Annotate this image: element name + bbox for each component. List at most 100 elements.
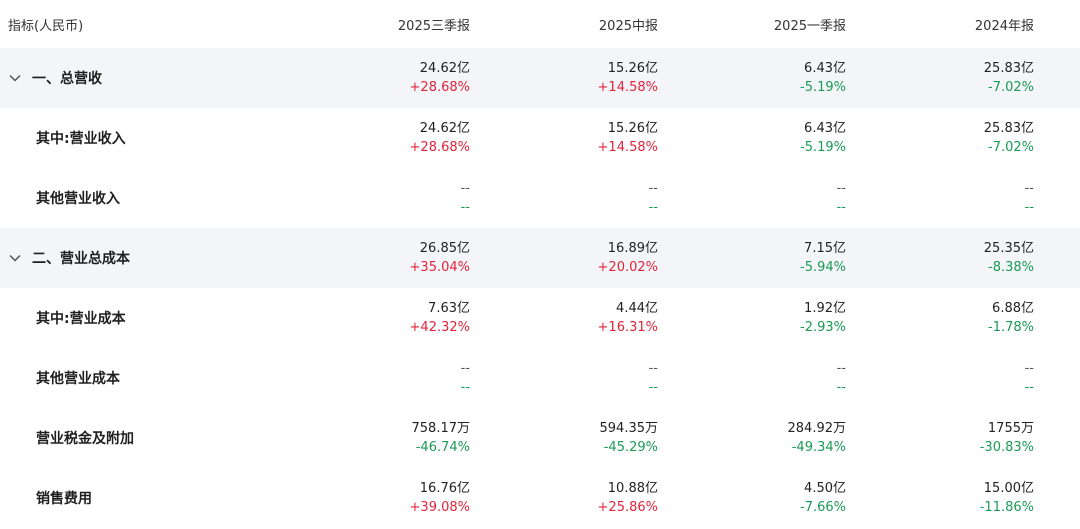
value-cell: -- --: [470, 359, 658, 397]
value-cell: 15.26亿 +14.58%: [470, 59, 658, 97]
row-label: 一、总营收: [0, 68, 300, 88]
value-amount: --: [1024, 361, 1034, 376]
value-change-pct: -1.78%: [988, 320, 1034, 335]
chevron-down-icon[interactable]: [9, 74, 23, 82]
value-amount: 4.44亿: [616, 301, 658, 316]
table-row: 其中:营业收入 24.62亿 +28.68% 15.26亿 +14.58% 6.43亿 -5…: [0, 108, 1080, 168]
value-cell: 25.83亿 -7.02%: [846, 59, 1034, 97]
value-change-pct: +20.02%: [597, 260, 658, 275]
value-amount: --: [460, 181, 470, 196]
value-change-pct: +25.86%: [597, 500, 658, 515]
period-header-1[interactable]: 2025三季报: [300, 15, 470, 34]
value-amount: 6.88亿: [992, 301, 1034, 316]
value-cell: 15.00亿 -11.86%: [846, 479, 1034, 517]
value-amount: --: [836, 181, 846, 196]
row-label-text: 其他营业成本: [36, 371, 120, 387]
value-change-pct: -7.02%: [988, 80, 1034, 95]
table-header: 指标(人民币) 2025三季报 2025中报 2025一季报 2024年报: [0, 0, 1080, 48]
value-amount: 16.89亿: [607, 241, 658, 256]
table-row: 其他营业收入 -- -- -- -- -- -- -- --: [0, 168, 1080, 228]
table-body: 一、总营收 24.62亿 +28.68% 15.26亿 +14.58% 6.43亿 -5.1…: [0, 48, 1080, 528]
value-cell: -- --: [658, 359, 846, 397]
value-change-pct: -11.86%: [979, 500, 1034, 515]
value-cell: 284.92万 -49.34%: [658, 419, 847, 457]
value-change-pct: -5.19%: [800, 80, 846, 95]
value-change-pct: -7.02%: [988, 140, 1034, 155]
value-change-pct: -5.19%: [800, 140, 846, 155]
row-label: 其中:营业收入: [0, 128, 300, 148]
value-change-pct: --: [1024, 200, 1034, 215]
value-cell: 25.35亿 -8.38%: [846, 239, 1034, 277]
period-header-4[interactable]: 2024年报: [846, 15, 1034, 34]
row-label-text: 营业税金及附加: [36, 431, 134, 447]
row-label: 其中:营业成本: [0, 308, 300, 328]
value-cell: 4.44亿 +16.31%: [470, 299, 658, 337]
value-amount: 594.35万: [599, 421, 659, 436]
value-change-pct: -5.94%: [800, 260, 846, 275]
row-label-text: 其中:营业成本: [36, 311, 126, 327]
row-label: 营业税金及附加: [0, 428, 300, 448]
value-change-pct: --: [460, 380, 470, 395]
value-cell: 6.43亿 -5.19%: [658, 59, 846, 97]
value-change-pct: +28.68%: [409, 140, 470, 155]
value-change-pct: --: [648, 200, 658, 215]
value-cell: 16.76亿 +39.08%: [300, 479, 470, 517]
value-cell: 758.17万 -46.74%: [300, 419, 471, 457]
value-amount: 4.50亿: [804, 481, 846, 496]
value-change-pct: --: [836, 200, 846, 215]
value-amount: 15.00亿: [983, 481, 1034, 496]
value-change-pct: --: [648, 380, 658, 395]
section-row[interactable]: 二、营业总成本 26.85亿 +35.04% 16.89亿 +20.02% 7.15亿 -5…: [0, 228, 1080, 288]
value-cell: 26.85亿 +35.04%: [300, 239, 470, 277]
row-label-text: 销售费用: [36, 491, 92, 507]
value-change-pct: -49.34%: [791, 440, 846, 455]
value-amount: 284.92万: [787, 421, 847, 436]
value-amount: 16.76亿: [419, 481, 470, 496]
period-header-2[interactable]: 2025中报: [470, 15, 658, 34]
value-change-pct: --: [1024, 380, 1034, 395]
value-cell: -- --: [846, 359, 1034, 397]
value-cell: -- --: [470, 179, 658, 217]
value-amount: 24.62亿: [419, 61, 470, 76]
value-amount: --: [836, 361, 846, 376]
value-change-pct: +42.32%: [409, 320, 470, 335]
value-change-pct: --: [836, 380, 846, 395]
value-amount: --: [460, 361, 470, 376]
value-amount: 25.83亿: [983, 61, 1034, 76]
indicator-header: 指标(人民币): [8, 18, 84, 34]
value-amount: 10.88亿: [607, 481, 658, 496]
value-cell: -- --: [846, 179, 1034, 217]
row-label-text: 一、总营收: [32, 71, 102, 87]
value-change-pct: +39.08%: [409, 500, 470, 515]
value-amount: 7.63亿: [428, 301, 470, 316]
table-row: 销售费用 16.76亿 +39.08% 10.88亿 +25.86% 4.50亿 -7.66…: [0, 468, 1080, 528]
value-cell: 594.35万 -45.29%: [470, 419, 659, 457]
period-header-3[interactable]: 2025一季报: [658, 15, 846, 34]
value-amount: --: [648, 181, 658, 196]
value-change-pct: -30.83%: [979, 440, 1034, 455]
value-cell: 7.63亿 +42.32%: [300, 299, 470, 337]
value-change-pct: +16.31%: [597, 320, 658, 335]
value-amount: 25.35亿: [983, 241, 1034, 256]
value-change-pct: -45.29%: [603, 440, 658, 455]
value-cell: 24.62亿 +28.68%: [300, 59, 470, 97]
row-label-text: 二、营业总成本: [32, 251, 130, 267]
chevron-down-icon[interactable]: [9, 254, 23, 262]
table-row: 其他营业成本 -- -- -- -- -- -- -- --: [0, 348, 1080, 408]
value-amount: 15.26亿: [607, 121, 658, 136]
value-amount: 15.26亿: [607, 61, 658, 76]
value-change-pct: +35.04%: [409, 260, 470, 275]
section-row[interactable]: 一、总营收 24.62亿 +28.68% 15.26亿 +14.58% 6.43亿 -5.1…: [0, 48, 1080, 108]
value-change-pct: -46.74%: [415, 440, 470, 455]
value-amount: 6.43亿: [804, 121, 846, 136]
value-cell: 10.88亿 +25.86%: [470, 479, 658, 517]
value-amount: 26.85亿: [419, 241, 470, 256]
value-amount: 7.15亿: [804, 241, 846, 256]
value-cell: 15.26亿 +14.58%: [470, 119, 658, 157]
value-cell: 6.43亿 -5.19%: [658, 119, 846, 157]
value-cell: 4.50亿 -7.66%: [658, 479, 846, 517]
value-cell: 24.62亿 +28.68%: [300, 119, 470, 157]
row-label-text: 其中:营业收入: [36, 131, 126, 147]
value-amount: 758.17万: [411, 421, 471, 436]
financial-table: 指标(人民币) 2025三季报 2025中报 2025一季报 2024年报 一、…: [0, 0, 1080, 528]
